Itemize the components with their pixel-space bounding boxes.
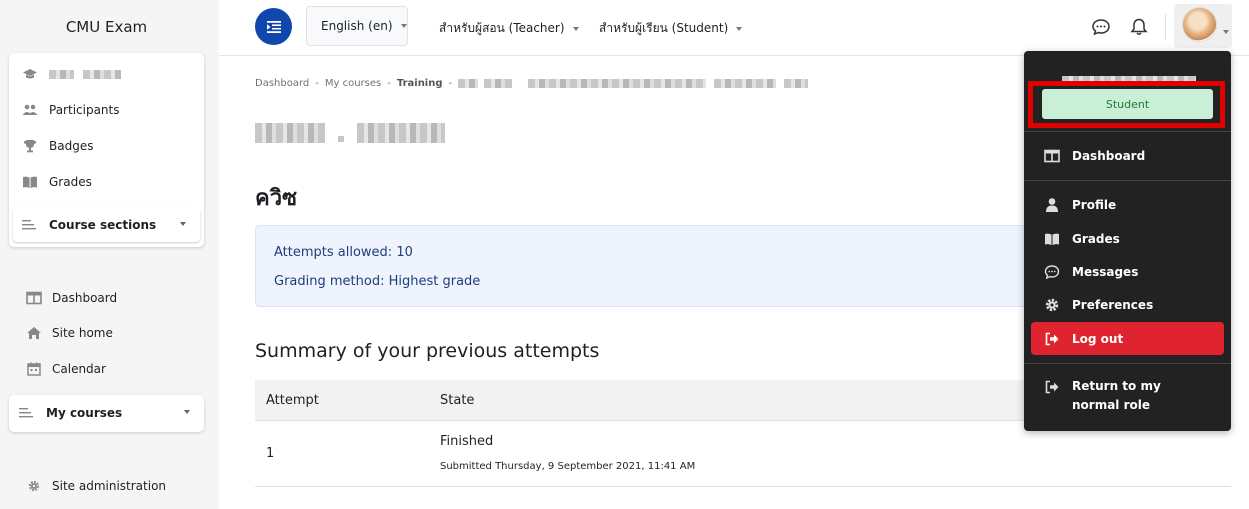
- dashboard-icon: [1044, 149, 1060, 163]
- user-icon: [1046, 198, 1058, 212]
- my-courses-card: My courses: [9, 395, 204, 432]
- teacher-menu-label: สำหรับผู้สอน (Teacher): [439, 21, 565, 35]
- sidebar-item-site-home[interactable]: Site home: [26, 326, 113, 340]
- navbar-divider: [1165, 14, 1166, 40]
- drawer-toggle-icon: [266, 20, 281, 33]
- attempts-allowed-text: Attempts allowed: 10: [274, 245, 413, 260]
- home-icon: [27, 327, 41, 339]
- my-courses-label: My courses: [46, 406, 123, 420]
- chevron-down-icon: [1223, 30, 1229, 34]
- breadcrumb-dashboard[interactable]: Dashboard: [255, 78, 309, 89]
- sidebar-item-label: Calendar: [52, 362, 106, 376]
- menu-item-messages[interactable]: Messages: [1044, 264, 1138, 280]
- page-title: ควิซ: [255, 186, 298, 211]
- student-menu[interactable]: สำหรับผู้เรียน (Student): [599, 19, 743, 38]
- list-icon: [22, 220, 36, 230]
- course-sections-label: Course sections: [49, 218, 157, 232]
- graduation-cap-icon: [23, 69, 37, 79]
- sidebar-item-label: Dashboard: [52, 291, 118, 305]
- menu-item-label: Messages: [1072, 265, 1139, 279]
- sidebar-item-label: Badges: [49, 139, 94, 153]
- course-sections-toggle[interactable]: Course sections: [13, 208, 200, 242]
- user-menu-toggle[interactable]: [1174, 4, 1232, 48]
- menu-item-label: Grades: [1072, 232, 1120, 246]
- column-header-state: State: [440, 393, 475, 408]
- sidebar-item-site-administration[interactable]: Site administration: [26, 479, 166, 493]
- sign-out-icon: [1045, 332, 1059, 345]
- calendar-icon: [27, 362, 41, 376]
- teacher-menu[interactable]: สำหรับผู้สอน (Teacher): [439, 19, 579, 38]
- message-icon: [1044, 265, 1060, 280]
- sidebar-item-badges[interactable]: Badges: [22, 139, 93, 153]
- breadcrumb: Dashboard - My courses - Training -: [255, 78, 809, 89]
- sidebar-item-dashboard[interactable]: Dashboard: [26, 291, 117, 305]
- gear-icon: [1045, 298, 1059, 312]
- menu-divider: [1024, 180, 1231, 181]
- sidebar-item-participants[interactable]: Participants: [22, 103, 120, 117]
- attempt-state: Finished: [440, 434, 494, 449]
- sidebar-item-grades[interactable]: Grades: [22, 175, 92, 189]
- sign-out-icon: [1045, 380, 1059, 394]
- return-to-normal-role-item[interactable]: Return to my normal role: [1044, 377, 1202, 415]
- quiz-info-box: Attempts allowed: 10 Grading method: Hig…: [255, 225, 1035, 307]
- menu-item-preferences[interactable]: Preferences: [1044, 297, 1153, 313]
- top-navbar: English (en) สำหรับผู้สอน (Teacher) สำหร…: [219, 0, 1249, 56]
- dashboard-icon: [26, 291, 42, 305]
- student-menu-label: สำหรับผู้เรียน (Student): [599, 21, 729, 35]
- my-courses-toggle[interactable]: My courses: [9, 396, 204, 430]
- breadcrumb-course-blurred[interactable]: [458, 79, 479, 88]
- return-role-label: Return to my normal role: [1072, 379, 1161, 412]
- logout-label: Log out: [1072, 331, 1124, 346]
- notifications-bell-icon[interactable]: [1129, 17, 1149, 37]
- sidebar-item-label: Site administration: [52, 479, 167, 493]
- chevron-down-icon: [180, 222, 186, 226]
- menu-item-profile[interactable]: Profile: [1044, 197, 1116, 213]
- course-name-blurred: [49, 69, 74, 79]
- course-nav-card: Participants Badges Grades Course sectio…: [9, 53, 204, 247]
- sidebar-item-label: Participants: [49, 103, 120, 117]
- summary-title: Summary of your previous attempts: [255, 340, 600, 362]
- avatar: [1182, 7, 1217, 42]
- attempt-submitted: Submitted Thursday, 9 September 2021, 11…: [440, 461, 696, 472]
- chevron-down-icon: [736, 26, 743, 31]
- menu-divider: [1024, 363, 1231, 364]
- language-label: English (en): [321, 19, 393, 33]
- breadcrumb-training[interactable]: Training: [397, 78, 443, 89]
- messages-icon[interactable]: [1091, 17, 1111, 37]
- menu-item-grades[interactable]: Grades: [1044, 231, 1120, 247]
- menu-item-label: Dashboard: [1072, 149, 1146, 163]
- user-dropdown-menu: Student Dashboard Profile Grades Message…: [1024, 51, 1231, 431]
- course-title-blurred: [255, 123, 446, 147]
- drawer-toggle-button[interactable]: [255, 8, 292, 45]
- sidebar-item-label: Grades: [49, 175, 92, 189]
- column-header-attempt: Attempt: [266, 393, 319, 408]
- gear-icon: [28, 480, 40, 492]
- list-icon: [19, 408, 33, 418]
- menu-item-label: Preferences: [1072, 298, 1154, 312]
- grades-book-icon: [1045, 233, 1059, 245]
- breadcrumb-my-courses[interactable]: My courses: [325, 78, 381, 89]
- course-name-item[interactable]: [22, 67, 121, 81]
- trophy-icon: [24, 140, 36, 153]
- grades-book-icon: [23, 176, 37, 188]
- menu-item-dashboard[interactable]: Dashboard: [1044, 148, 1145, 164]
- attempt-number: 1: [266, 446, 275, 461]
- chevron-down-icon: [184, 410, 190, 414]
- left-sidebar: CMU Exam Participants Badges Grades Cour…: [0, 0, 219, 509]
- grading-method-text: Grading method: Highest grade: [274, 274, 481, 289]
- site-title[interactable]: CMU Exam: [0, 18, 213, 36]
- users-icon: [22, 104, 38, 115]
- menu-divider: [1024, 131, 1231, 132]
- sidebar-item-calendar[interactable]: Calendar: [26, 362, 106, 376]
- chevron-down-icon: [572, 26, 579, 31]
- sidebar-item-label: Site home: [52, 326, 113, 340]
- role-badge: Student: [1042, 89, 1213, 119]
- language-selector[interactable]: English (en): [306, 6, 408, 46]
- chevron-down-icon: [400, 24, 407, 28]
- menu-item-label: Profile: [1072, 198, 1117, 212]
- logout-button[interactable]: Log out: [1031, 322, 1224, 355]
